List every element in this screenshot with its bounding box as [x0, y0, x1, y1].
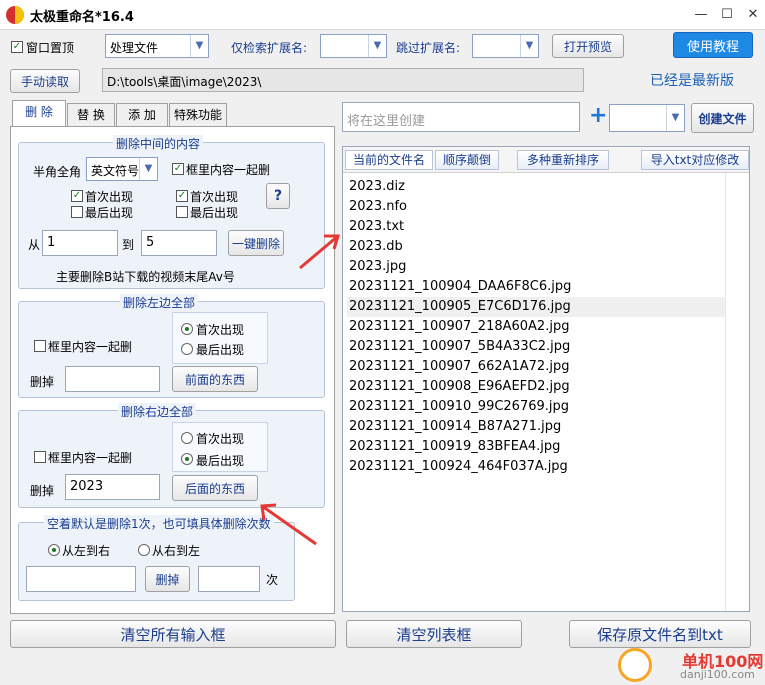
annotation-arrows — [260, 234, 341, 546]
watermark-url: danji100.com — [680, 668, 755, 681]
watermark-logo-icon — [618, 648, 652, 682]
arrow-to-back-button — [260, 503, 317, 546]
arrow-to-list — [299, 234, 341, 270]
